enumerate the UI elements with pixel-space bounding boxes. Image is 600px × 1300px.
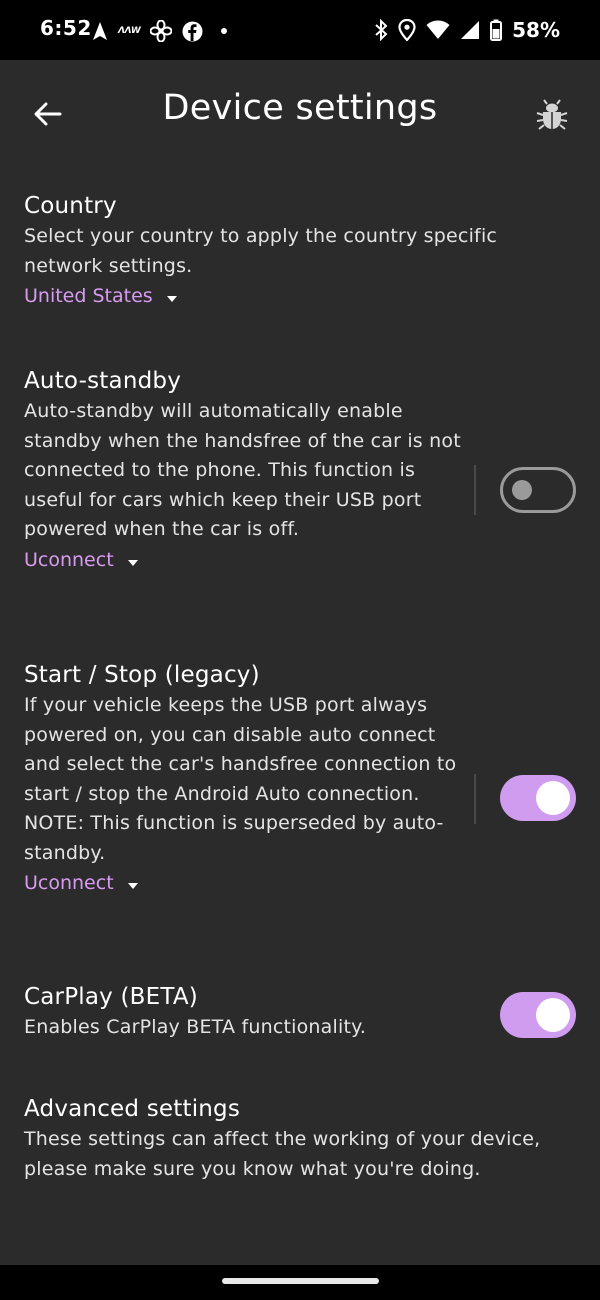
device-settings-screen: Device settings Country Select your coun…	[0, 60, 600, 1265]
chevron-down-icon	[166, 296, 177, 302]
location-icon	[398, 19, 416, 41]
start-stop-title: Start / Stop (legacy)	[24, 662, 260, 688]
carplay-title: CarPlay (BETA)	[24, 984, 198, 1010]
start-stop-dropdown-value: Uconnect	[24, 872, 114, 894]
facebook-icon	[182, 21, 203, 41]
country-dropdown[interactable]: United States	[24, 281, 177, 311]
battery-icon	[490, 19, 503, 41]
country-dropdown-value: United States	[24, 285, 153, 307]
bluetooth-icon	[375, 19, 388, 41]
start-stop-dropdown[interactable]: Uconnect	[24, 868, 138, 898]
carplay-description: Enables CarPlay BETA functionality.	[24, 1016, 367, 1038]
auto-standby-setting: Auto-standby Auto-standby will automatic…	[24, 365, 464, 575]
country-setting: Country Select your country to apply the…	[24, 190, 564, 311]
carplay-setting: CarPlay (BETA) Enables CarPlay BETA func…	[24, 981, 474, 1043]
toggle-knob	[536, 998, 570, 1032]
divider	[474, 465, 476, 515]
more-notifications-dot	[221, 28, 228, 34]
divider	[474, 774, 476, 824]
app-logo-icon: ΛΛW	[118, 26, 141, 36]
battery-percent: 58%	[512, 18, 560, 42]
advanced-title: Advanced settings	[24, 1096, 241, 1122]
advanced-settings[interactable]: Advanced settings These settings can aff…	[24, 1093, 564, 1184]
chevron-down-icon	[127, 883, 138, 889]
country-title: Country	[24, 193, 117, 219]
auto-standby-dropdown-value: Uconnect	[24, 548, 114, 571]
status-time: 6:52	[40, 16, 92, 40]
advanced-description: These settings can affect the working of…	[24, 1128, 541, 1180]
carplay-toggle[interactable]	[500, 992, 576, 1038]
auto-standby-title: Auto-standby	[24, 368, 182, 394]
system-icons: 58%	[374, 16, 560, 44]
toggle-knob	[536, 781, 570, 815]
start-stop-toggle[interactable]	[500, 775, 576, 821]
navigation-arrow-icon	[93, 22, 107, 40]
home-gesture-handle[interactable]	[222, 1278, 379, 1284]
chevron-down-icon	[127, 559, 138, 566]
auto-standby-toggle[interactable]	[500, 467, 576, 513]
fan-icon	[150, 20, 173, 42]
debug-button[interactable]	[530, 94, 574, 136]
auto-standby-dropdown[interactable]: Uconnect	[24, 545, 138, 575]
notification-icons: ΛΛW	[92, 18, 228, 44]
wifi-icon	[426, 20, 450, 39]
start-stop-description: If your vehicle keeps the USB port alway…	[24, 694, 457, 864]
bug-icon	[536, 99, 568, 130]
navigation-bar	[0, 1265, 600, 1300]
auto-standby-description: Auto-standby will automatically enable s…	[24, 400, 461, 540]
page-title: Device settings	[162, 88, 438, 128]
country-description: Select your country to apply the country…	[24, 225, 498, 277]
start-stop-setting: Start / Stop (legacy) If your vehicle ke…	[24, 659, 464, 898]
cell-signal-icon	[461, 21, 480, 39]
status-bar: 6:52 ΛΛW 58%	[0, 0, 600, 60]
toggle-knob	[512, 480, 532, 500]
app-bar: Device settings	[0, 60, 600, 164]
